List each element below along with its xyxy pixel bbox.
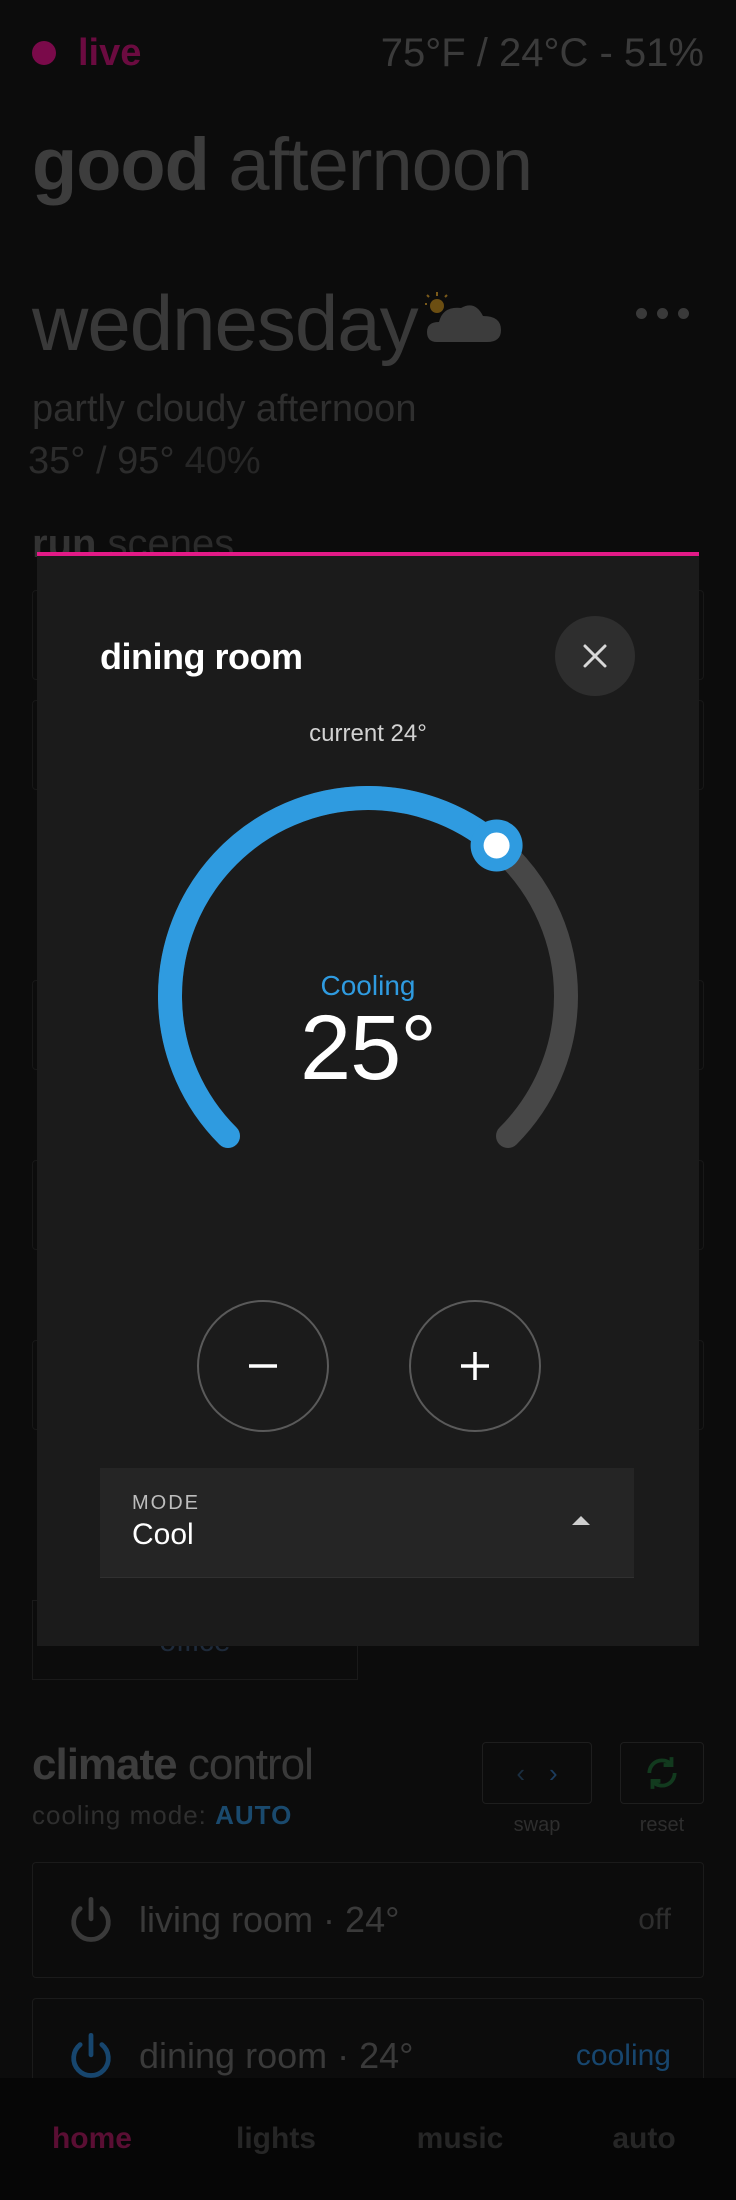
target-temperature: 25° bbox=[299, 997, 437, 1099]
climate-title: climate control bbox=[32, 1740, 314, 1790]
climate-row-state: cooling bbox=[575, 2039, 671, 2072]
swap-button[interactable]: ‹ › bbox=[482, 1742, 592, 1804]
climate-title-bold: climate bbox=[32, 1740, 178, 1789]
weekday: wednesday bbox=[32, 279, 419, 367]
nav-auto[interactable]: auto bbox=[579, 2122, 709, 2156]
live-indicator: live bbox=[32, 32, 141, 75]
cooling-mode-value: AUTO bbox=[215, 1800, 293, 1830]
reset-button[interactable] bbox=[620, 1742, 704, 1804]
power-icon[interactable] bbox=[65, 1895, 117, 1947]
mode-caption: MODE bbox=[132, 1492, 200, 1514]
dropdown-arrow-icon bbox=[572, 1516, 590, 1525]
dialog-title: dining room bbox=[100, 636, 303, 677]
climate-row-living-room[interactable]: living room · 24° off bbox=[32, 1862, 704, 1978]
chevron-left-icon: ‹ bbox=[516, 1757, 525, 1788]
mode-value: Cool bbox=[132, 1518, 194, 1551]
minus-icon bbox=[249, 1364, 277, 1368]
climate-title-rest: control bbox=[176, 1740, 314, 1789]
forecast-text: partly cloudy afternoon bbox=[32, 388, 417, 430]
nav-lights[interactable]: lights bbox=[211, 2122, 341, 2156]
close-icon bbox=[583, 644, 607, 668]
increase-button[interactable] bbox=[409, 1300, 541, 1432]
decrease-button[interactable] bbox=[197, 1300, 329, 1432]
partly-cloudy-icon bbox=[425, 292, 501, 342]
close-button[interactable] bbox=[555, 616, 635, 696]
dial-handle-dot bbox=[483, 832, 510, 859]
more-options-icon[interactable] bbox=[636, 304, 692, 322]
status-row: live 75°F / 24°C - 51% bbox=[32, 28, 704, 78]
weather-summary: 75°F / 24°C - 51% bbox=[380, 30, 704, 75]
humidity-value: 40% bbox=[184, 440, 261, 482]
bottom-nav: home lights music auto bbox=[0, 2078, 736, 2200]
refresh-icon bbox=[647, 1757, 677, 1789]
temperature-range: 35° / 95° 40% bbox=[28, 440, 261, 483]
power-icon[interactable] bbox=[65, 2031, 117, 2083]
climate-row-name: living room · 24° bbox=[139, 1899, 400, 1940]
live-label: live bbox=[78, 31, 142, 74]
nav-home[interactable]: home bbox=[27, 2122, 157, 2156]
greeting: good afternoon bbox=[32, 122, 533, 207]
current-temperature: current 24° bbox=[309, 720, 427, 747]
swap-label: swap bbox=[513, 1814, 561, 1836]
greeting-rest: afternoon bbox=[208, 123, 533, 206]
nav-music[interactable]: music bbox=[395, 2122, 525, 2156]
greeting-bold: good bbox=[32, 123, 210, 206]
cooling-mode-text: cooling mode: AUTO bbox=[32, 1800, 292, 1831]
thermostat-dialog: dining room current 24° Cooling 25° MODE… bbox=[37, 552, 699, 1646]
live-dot-icon bbox=[32, 41, 56, 65]
reset-label: reset bbox=[639, 1814, 685, 1836]
plus-icon bbox=[461, 1352, 489, 1380]
climate-row-state: off bbox=[638, 1903, 671, 1936]
temp-range-value: 35° / 95° bbox=[28, 440, 175, 482]
mode-select[interactable]: MODE Cool bbox=[100, 1468, 634, 1578]
chevron-right-icon: › bbox=[549, 1757, 558, 1788]
cooling-mode-prefix: cooling mode: bbox=[32, 1800, 216, 1830]
climate-row-name: dining room · 24° bbox=[139, 2035, 414, 2076]
